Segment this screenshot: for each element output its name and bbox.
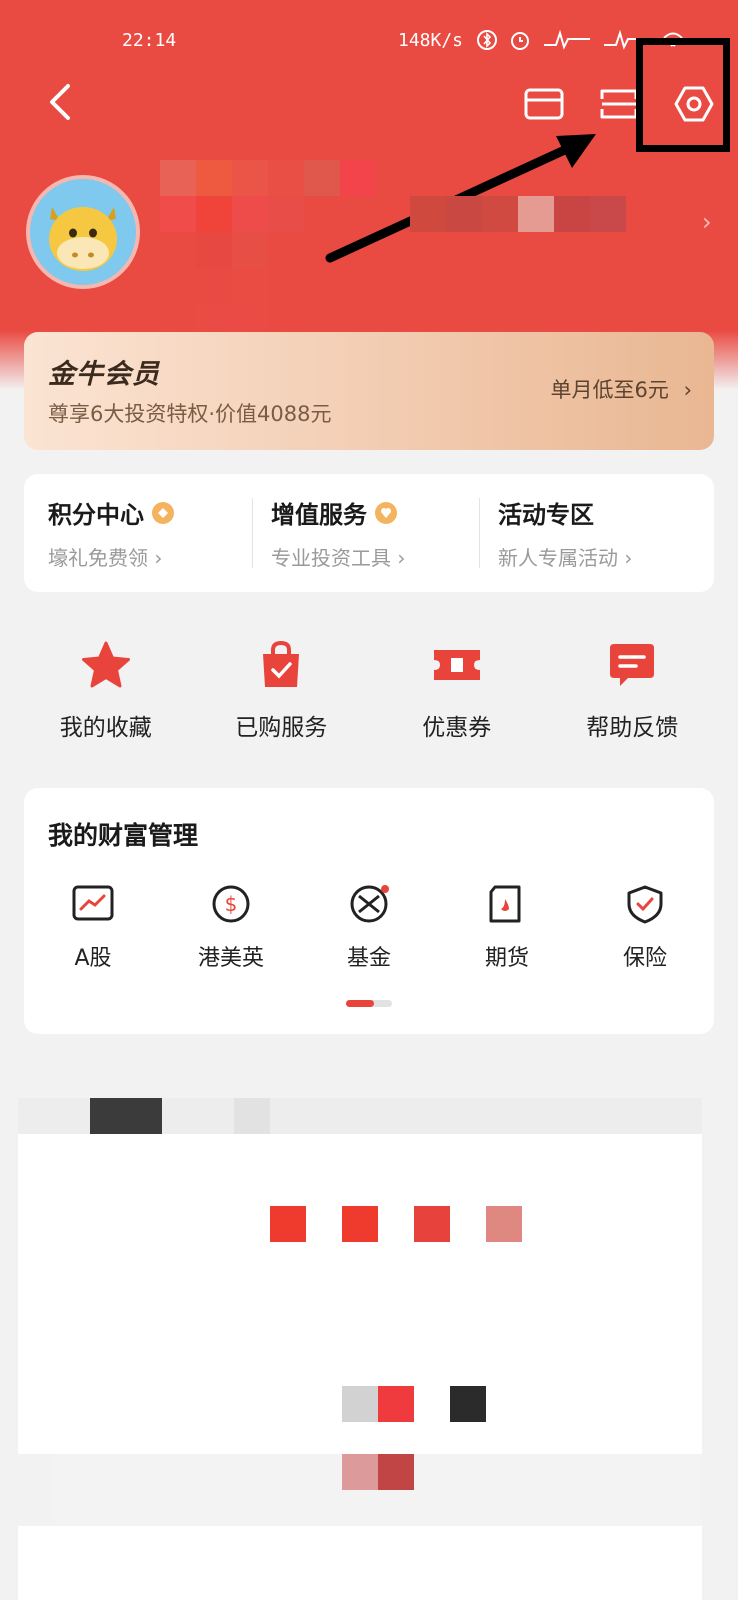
back-button[interactable]	[38, 80, 82, 124]
points-center-title: 积分中心	[48, 501, 144, 529]
fund-label: 基金	[346, 946, 391, 971]
chevron-right-icon: ›	[683, 378, 692, 402]
insurance-shield-icon	[627, 885, 663, 924]
feedback-icon	[610, 644, 655, 686]
coupons-button[interactable]: 优惠券	[369, 640, 545, 742]
member-title: 金牛会员	[48, 359, 160, 390]
a-share-label: A股	[74, 946, 112, 971]
dollar-icon: $	[212, 885, 250, 923]
insurance-label: 保险	[622, 946, 667, 971]
activity-zone[interactable]: 活动专区 新人专属活动 ›	[480, 495, 706, 571]
points-center[interactable]: 积分中心 壕礼免费领 ›	[24, 495, 252, 571]
value-added-title: 增值服务	[271, 501, 367, 529]
back-arrow-icon	[50, 84, 70, 120]
coupon-icon	[433, 650, 480, 680]
favorites-button[interactable]: 我的收藏	[18, 640, 194, 742]
avatar[interactable]	[26, 175, 140, 289]
activity-zone-sub: 新人专属活动	[498, 546, 618, 570]
purchased-services-label: 已购服务	[235, 715, 328, 741]
cow-mascot-icon	[49, 207, 117, 271]
wealth-card: 我的财富管理 A股 $ 港美英 基金 期货 保险	[24, 788, 714, 1034]
alarm-icon	[511, 32, 529, 50]
member-action-label: 单月低至6元	[550, 378, 669, 402]
page-indicator-active	[346, 1000, 374, 1007]
wealth-title: 我的财富管理	[48, 821, 199, 850]
heart-badge-icon	[375, 501, 397, 524]
svg-text:$: $	[225, 892, 238, 916]
hk-us-uk-label: 港美英	[197, 946, 264, 971]
futures-button[interactable]: 期货	[438, 884, 576, 972]
shopping-bag-icon	[263, 640, 300, 687]
help-feedback-button[interactable]: 帮助反馈	[545, 640, 721, 742]
hk-us-uk-button[interactable]: $ 港美英	[162, 884, 300, 972]
member-subtitle: 尊享6大投资特权·价值4088元	[48, 402, 332, 426]
services-card: 积分中心 壕礼免费领 › 增值服务 专业投资工具 › 活动专区 新人专属活动 ›	[24, 474, 714, 592]
a-share-button[interactable]: A股	[24, 884, 162, 972]
futures-label: 期货	[484, 946, 529, 971]
star-icon	[81, 641, 130, 688]
scan-icon	[600, 89, 638, 119]
wealth-items: A股 $ 港美英 基金 期货 保险	[24, 884, 714, 972]
coupons-label: 优惠券	[422, 715, 492, 741]
diamond-badge-icon	[152, 501, 174, 524]
mail-icon	[524, 88, 564, 120]
activity-zone-title: 活动专区	[498, 501, 594, 529]
favorites-label: 我的收藏	[59, 715, 152, 741]
stock-chart-icon	[72, 885, 114, 921]
help-feedback-label: 帮助反馈	[586, 715, 679, 741]
status-time: 22:14	[122, 30, 177, 51]
insurance-button[interactable]: 保险	[576, 884, 714, 972]
page-indicator	[346, 1000, 392, 1007]
signal-hd-icon	[544, 29, 590, 50]
status-network-speed: 148K/s	[398, 30, 464, 51]
fund-icon	[350, 885, 389, 923]
annotation-highlight-box	[636, 38, 730, 152]
value-added-sub: 专业投资工具	[271, 546, 391, 570]
futures-icon	[489, 885, 521, 923]
bluetooth-icon	[477, 30, 497, 50]
value-added-service[interactable]: 增值服务 专业投资工具 ›	[253, 495, 479, 571]
quick-actions: 我的收藏 已购服务 优惠券 帮助反馈	[18, 640, 720, 742]
points-center-sub: 壕礼免费领	[48, 546, 148, 570]
fund-button[interactable]: 基金	[300, 884, 438, 972]
purchased-services-button[interactable]: 已购服务	[194, 640, 370, 742]
profile-chevron[interactable]: ›	[702, 208, 712, 236]
member-card[interactable]: 金牛会员 尊享6大投资特权·价值4088元 单月低至6元 ›	[24, 332, 714, 450]
member-action[interactable]: 单月低至6元 ›	[551, 374, 692, 404]
